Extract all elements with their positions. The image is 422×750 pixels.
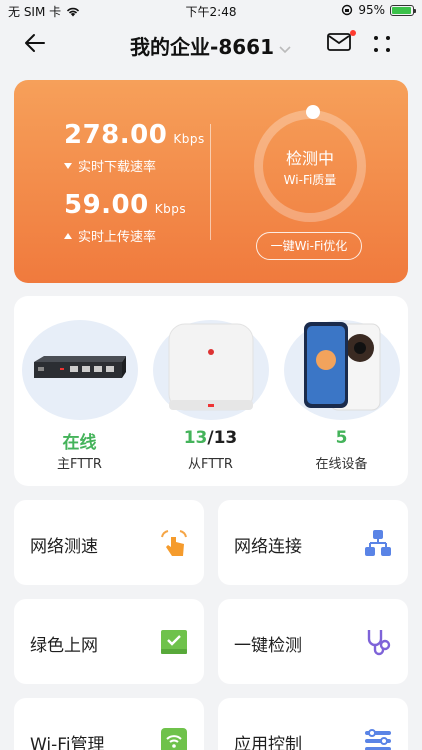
sub-fttr-total: /13: [207, 428, 238, 448]
tile-label: 一键检测: [234, 636, 302, 656]
green-shield-icon: [161, 630, 187, 654]
tile-speed-test[interactable]: 网络测速: [14, 500, 204, 585]
page-title: 我的企业-8661: [130, 35, 274, 59]
tile-label: Wi-Fi管理: [30, 735, 105, 750]
messages-button[interactable]: [326, 30, 356, 57]
status-bar: 无 SIM 卡 下午2:48 95%: [0, 0, 422, 22]
download-unit: Kbps: [173, 132, 205, 146]
upload-speed: 59.00 Kbps: [64, 190, 186, 220]
online-device-count: 5: [335, 428, 348, 448]
stethoscope-icon: [367, 630, 391, 656]
tile-one-click-check[interactable]: 一键检测: [218, 599, 408, 684]
tile-wifi-manage[interactable]: Wi-Fi管理: [14, 698, 204, 750]
mail-icon: [327, 33, 351, 51]
main-fttr-label: 主FTTR: [57, 457, 102, 472]
router-image-icon: [34, 356, 126, 378]
download-value: 278.00: [64, 120, 168, 150]
phones-image-icon: [304, 322, 381, 411]
more-dots-icon: [374, 36, 390, 52]
divider: [210, 124, 211, 240]
battery-percent: 95%: [358, 3, 385, 17]
access-point-image-icon: [168, 323, 254, 411]
wifi-optimize-button[interactable]: 一键Wi-Fi优化: [256, 232, 362, 260]
tile-label: 应用控制: [234, 735, 302, 750]
tile-label: 绿色上网: [30, 636, 98, 656]
download-speed: 278.00 Kbps: [64, 120, 205, 150]
tile-label: 网络测速: [30, 537, 98, 557]
download-label-row: 实时下载速率: [64, 156, 156, 175]
enterprise-selector[interactable]: 我的企业-8661: [0, 31, 422, 60]
network-topology-icon: [365, 530, 391, 556]
tile-label: 网络连接: [234, 537, 302, 557]
wifi-quality-ring: 检测中 Wi-Fi质量: [254, 105, 366, 222]
chevron-down-icon: [279, 45, 291, 53]
sub-fttr-device[interactable]: 13/13 从FTTR: [145, 296, 276, 486]
upload-value: 59.00: [64, 190, 149, 220]
rotation-lock-icon: [342, 4, 353, 16]
main-fttr-status: 在线: [62, 433, 97, 453]
wifi-manage-icon: [161, 728, 187, 750]
battery-icon: [390, 4, 416, 16]
main-fttr-device[interactable]: 在线 主FTTR: [14, 296, 145, 486]
upload-label: 实时上传速率: [78, 230, 157, 245]
unread-dot: [350, 30, 356, 36]
upload-unit: Kbps: [154, 202, 187, 216]
device-card: 在线 主FTTR 13/13 从FTTR 5 在线设备: [14, 296, 408, 486]
sub-fttr-online: 13: [183, 428, 208, 448]
wifi-quality-label: Wi-Fi质量: [283, 173, 337, 187]
online-devices[interactable]: 5 在线设备: [276, 296, 407, 486]
upload-arrow-icon: [64, 232, 72, 239]
online-device-label: 在线设备: [315, 457, 368, 472]
hand-tap-icon: [161, 530, 187, 556]
tile-app-control[interactable]: 应用控制: [218, 698, 408, 750]
download-label: 实时下载速率: [78, 160, 157, 175]
download-arrow-icon: [64, 162, 72, 169]
speed-card: 278.00 Kbps 实时下载速率 59.00 Kbps 实时上传速率 检测中 W…: [14, 80, 408, 283]
upload-label-row: 实时上传速率: [64, 226, 156, 245]
tile-green-internet[interactable]: 绿色上网: [14, 599, 204, 684]
ring-progress-knob: [306, 105, 320, 119]
more-button[interactable]: [370, 32, 394, 56]
sub-fttr-label: 从FTTR: [188, 457, 233, 472]
tile-network-connection[interactable]: 网络连接: [218, 500, 408, 585]
app-control-icon: [365, 729, 391, 750]
nav-bar: 我的企业-8661: [0, 22, 422, 66]
sub-fttr-count: 13/13: [145, 428, 276, 448]
detection-status: 检测中: [285, 149, 334, 168]
